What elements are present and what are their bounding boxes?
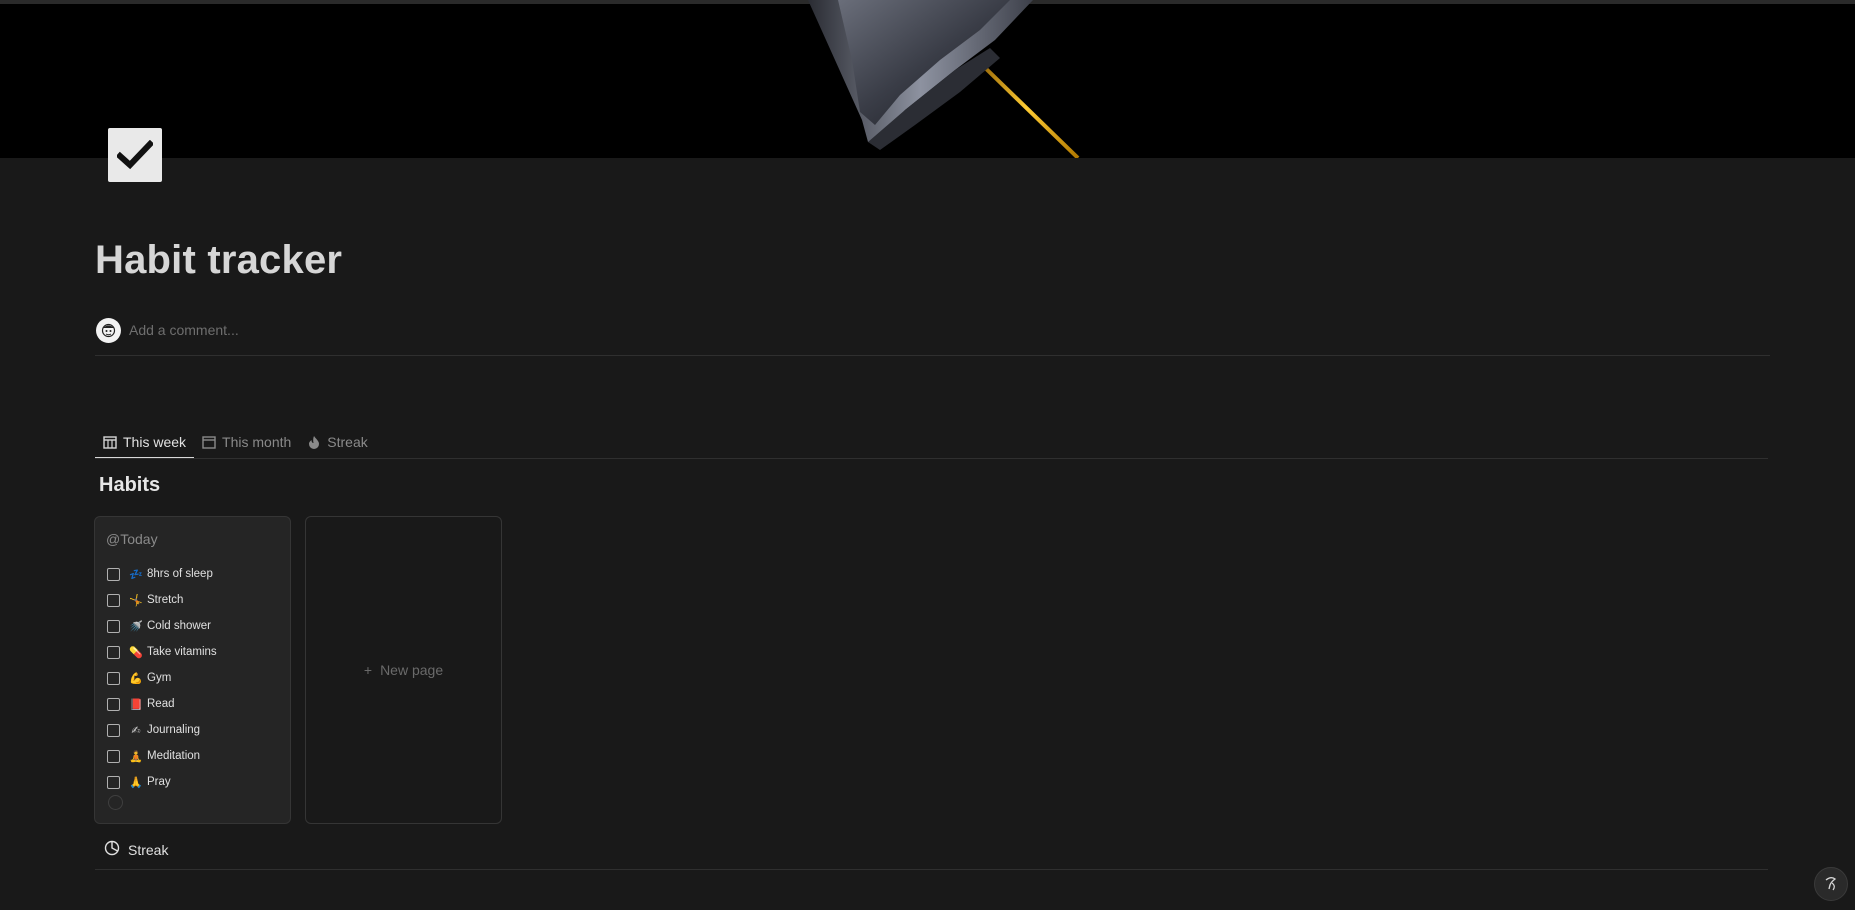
- habit-checkbox[interactable]: [107, 749, 120, 763]
- divider: [95, 355, 1770, 356]
- writing-hand-icon: ✍: [131, 724, 141, 737]
- habit-item: 🧘 Meditation: [107, 743, 217, 769]
- habit-checkbox[interactable]: [107, 567, 120, 581]
- sleep-icon: 💤: [129, 568, 143, 581]
- help-icon: [1825, 877, 1837, 891]
- tab-label: Streak: [327, 434, 368, 450]
- habit-label: Take vitamins: [147, 646, 217, 658]
- streak-view-link[interactable]: Streak: [104, 840, 168, 860]
- card-header: @Today: [106, 531, 158, 547]
- muscle-icon: 💪: [129, 672, 143, 685]
- help-button[interactable]: [1814, 867, 1848, 901]
- tab-this-month[interactable]: This month: [194, 426, 299, 458]
- plus-icon: +: [363, 662, 373, 678]
- comment-input[interactable]: [129, 322, 529, 338]
- streak-label: Streak: [128, 842, 169, 858]
- book-icon: 📕: [129, 698, 143, 711]
- habit-checkbox[interactable]: [107, 619, 120, 633]
- tab-label: This week: [123, 434, 187, 450]
- habit-label: Meditation: [147, 750, 201, 762]
- new-page-button[interactable]: + New page: [364, 662, 443, 678]
- today-card[interactable]: @Today 💤 8hrs of sleep 🤸 Stretch 🚿 Cold …: [94, 516, 291, 824]
- habit-checkbox[interactable]: [107, 645, 120, 659]
- avatar-face-icon: [101, 323, 116, 337]
- habit-item: 🙏 Pray: [107, 769, 217, 795]
- habit-label: 8hrs of sleep: [147, 568, 213, 580]
- habit-checkbox[interactable]: [107, 697, 120, 711]
- page-icon[interactable]: [108, 128, 162, 182]
- progress-ring-icon: [108, 795, 123, 810]
- pushpin-cover-image: [808, 0, 1080, 158]
- habit-checkbox[interactable]: [107, 775, 120, 789]
- calendar-icon: [202, 435, 216, 449]
- new-page-card[interactable]: + New page: [305, 516, 502, 824]
- tabs-divider: [95, 458, 1768, 459]
- tab-streak[interactable]: Streak: [299, 426, 375, 458]
- habit-checkbox[interactable]: [107, 593, 120, 607]
- habit-label: Pray: [147, 776, 171, 788]
- meditation-icon: 🧘: [129, 750, 143, 763]
- habit-label: Gym: [147, 672, 172, 684]
- habit-label: Cold shower: [147, 620, 211, 632]
- habit-item: 🤸 Stretch: [107, 587, 217, 613]
- comment-row: [96, 317, 529, 343]
- habit-item: ✍ Journaling: [107, 717, 217, 743]
- habit-label: Journaling: [147, 724, 201, 736]
- shower-icon: 🚿: [129, 620, 143, 633]
- flame-icon: [307, 435, 321, 449]
- stretch-icon: 🤸: [129, 594, 143, 607]
- habit-checkbox[interactable]: [107, 671, 120, 685]
- calendar-grid-icon: [103, 435, 117, 449]
- habit-item: 💪 Gym: [107, 665, 217, 691]
- habit-list: 💤 8hrs of sleep 🤸 Stretch 🚿 Cold shower …: [107, 561, 217, 795]
- habit-item: 🚿 Cold shower: [107, 613, 217, 639]
- tab-label: This month: [222, 434, 292, 450]
- divider: [95, 869, 1768, 870]
- avatar: [96, 317, 121, 343]
- habit-label: Stretch: [147, 594, 184, 606]
- checkmark-icon: [117, 140, 153, 170]
- notion-page: Habit tracker This: [0, 0, 1855, 910]
- new-page-label: New page: [380, 662, 444, 678]
- pie-chart-icon: [104, 840, 120, 861]
- page-title[interactable]: Habit tracker: [95, 238, 342, 283]
- section-title: Habits: [99, 474, 161, 496]
- pill-icon: 💊: [129, 646, 143, 659]
- habit-item: 💤 8hrs of sleep: [107, 561, 217, 587]
- pray-icon: 🙏: [129, 776, 143, 789]
- cover-image[interactable]: [0, 0, 1855, 158]
- tab-this-week[interactable]: This week: [95, 426, 195, 459]
- habit-label: Read: [147, 698, 175, 710]
- habit-item: 📕 Read: [107, 691, 217, 717]
- habit-item: 💊 Take vitamins: [107, 639, 217, 665]
- habit-checkbox[interactable]: [107, 723, 120, 737]
- view-tabs: This week This month Streak: [95, 426, 376, 459]
